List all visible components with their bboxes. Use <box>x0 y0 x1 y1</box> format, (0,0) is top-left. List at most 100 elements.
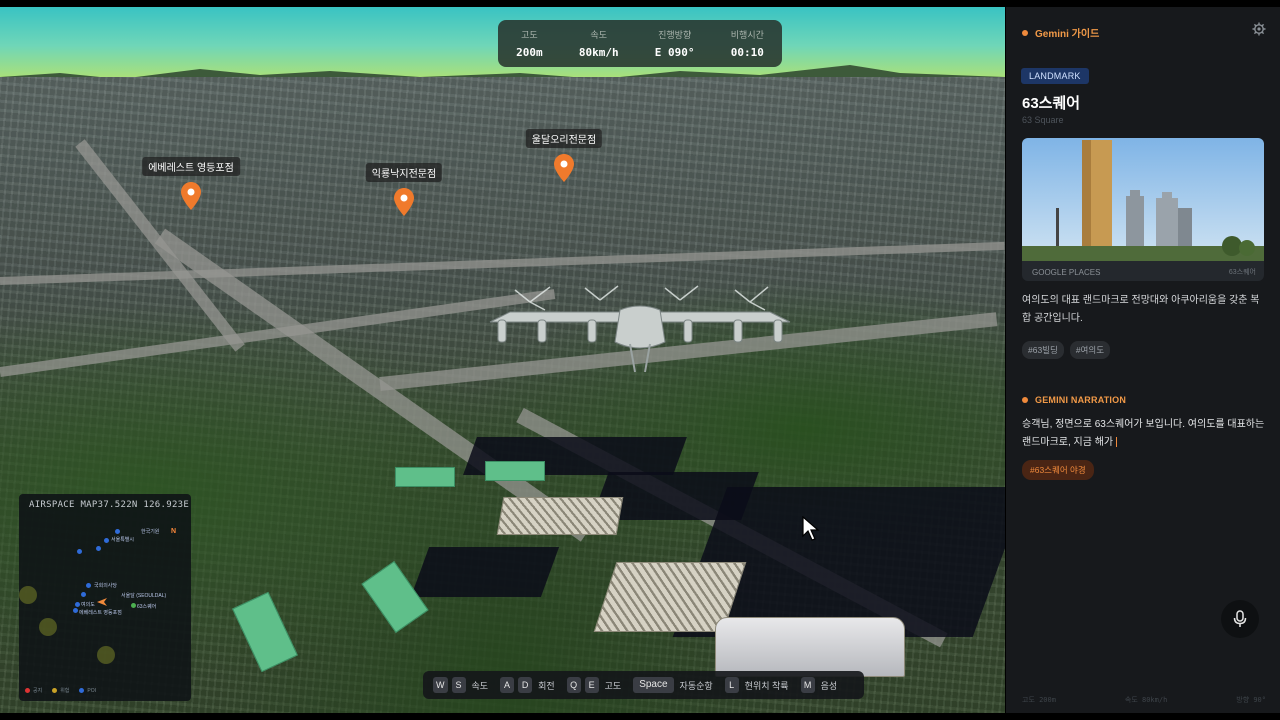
key-m[interactable]: M <box>800 677 815 693</box>
map-pin-icon <box>181 182 201 210</box>
legend-label: POI <box>87 687 97 694</box>
map-viewport[interactable]: 고도 200m 속도 80km/h 진행방향 E 090° 비행시간 00:10… <box>0 7 1005 713</box>
landmark-tags: #63빌딩 #여의도 <box>1022 341 1111 359</box>
flight-hud: 고도 200m 속도 80km/h 진행방향 E 090° 비행시간 00:10 <box>498 20 782 67</box>
poi-marker[interactable]: 에베레스트 영등포점 <box>142 157 240 210</box>
building <box>715 617 905 677</box>
key-hint-label: 회전 <box>538 680 555 691</box>
landmark-photo[interactable]: GOOGLE PLACES 63스퀘어 <box>1022 138 1264 281</box>
poi-marker[interactable]: 울달오리전문점 <box>525 129 603 182</box>
minimap-poi[interactable] <box>96 546 101 551</box>
minimap-poi[interactable] <box>73 608 78 613</box>
key-hint-rotate: A D 회전 <box>500 677 555 693</box>
legend-label: 위험 <box>60 688 70 694</box>
hud-altitude: 고도 200m <box>516 28 543 59</box>
minimap-poi[interactable] <box>75 602 80 607</box>
legend-item: POI <box>79 687 96 694</box>
landmark-title: 63스퀘어 <box>1022 95 1081 112</box>
minimap-poi[interactable] <box>86 583 91 588</box>
photo-caption: 63스퀘어 <box>1228 269 1256 276</box>
gear-icon[interactable] <box>1252 22 1266 36</box>
minimap-poi[interactable] <box>131 603 136 608</box>
road <box>0 241 1005 285</box>
tag-chip[interactable]: #63빌딩 <box>1022 341 1064 359</box>
minimap-place-label: 국회의사당 <box>94 583 118 589</box>
hud-value: E 090° <box>654 46 695 59</box>
minimap-poi[interactable] <box>81 592 86 597</box>
landmark-subtitle: 63 Square <box>1022 115 1064 125</box>
key-hint-voice: M 음성 <box>800 677 838 693</box>
key-hint-autocruise: Space 자동순항 <box>633 677 713 693</box>
status-dot <box>1022 29 1028 36</box>
gemini-guide-panel: Gemini 가이드 LANDMARK 63스퀘어 63 Square GOOG… <box>1006 7 1280 713</box>
key-hint-altitude: Q E 고도 <box>566 677 621 693</box>
narration-title: GEMINI NARRATION <box>1035 395 1127 405</box>
key-q[interactable]: Q <box>566 677 581 693</box>
aircraft-position-icon <box>97 598 107 606</box>
key-a[interactable]: A <box>500 677 515 693</box>
map-pin-icon <box>554 154 574 182</box>
panel-header: Gemini 가이드 <box>1022 22 1266 40</box>
hud-value: 00:10 <box>730 46 764 59</box>
mic-button[interactable] <box>1221 600 1259 638</box>
building <box>232 591 298 673</box>
key-hint-speed: W S 속도 <box>433 677 488 693</box>
hud-heading: 진행방향 E 090° <box>655 28 695 59</box>
hud-label: 속도 <box>590 30 607 40</box>
minimap-legend: 공지 위험 POI <box>25 687 96 694</box>
legend-item: 위험 <box>52 687 69 694</box>
hud-label: 진행방향 <box>658 30 692 40</box>
building <box>395 467 455 487</box>
footer-heading: 방향 90° <box>1236 696 1266 704</box>
hud-flight-time: 비행시간 00:10 <box>731 28 764 59</box>
minimap-poi[interactable] <box>115 529 120 534</box>
poi-marker[interactable]: 익룡낙지전문점 <box>365 163 443 216</box>
key-d[interactable]: D <box>518 677 533 693</box>
photo-source: GOOGLE PLACES <box>1032 268 1101 277</box>
key-l[interactable]: L <box>724 677 739 693</box>
hud-speed: 속도 80km/h <box>579 28 619 59</box>
narration-chip[interactable]: #63스퀘어 야경 <box>1022 460 1094 480</box>
key-e[interactable]: E <box>584 677 599 693</box>
map-pin-icon <box>394 188 414 216</box>
hud-value: 200m <box>516 46 543 59</box>
poi-label: 에베레스트 영등포점 <box>142 157 240 176</box>
key-hint-label: 음성 <box>820 680 838 691</box>
key-hint-land: L 현위치 착륙 <box>724 677 789 693</box>
key-hint-label: 자동순항 <box>679 680 713 691</box>
building-shadow <box>410 547 560 597</box>
minimap-place-label: 에베레스트 영등포점 <box>79 610 122 616</box>
landmark-photo-image <box>1022 138 1264 261</box>
key-w[interactable]: W <box>433 677 448 693</box>
minimap-zone <box>19 586 37 604</box>
hud-value: 80km/h <box>578 46 619 59</box>
landmark-badge: LANDMARK <box>1021 68 1089 84</box>
hud-label: 고도 <box>521 30 538 40</box>
keyboard-hints-bar: W S 속도 A D 회전 Q E 고도 Space 자동순항 L 현위치 착륙 <box>423 671 864 699</box>
microphone-icon <box>1233 610 1247 627</box>
key-s[interactable]: S <box>451 677 466 693</box>
minimap-poi[interactable] <box>104 538 109 543</box>
building <box>496 497 624 535</box>
tag-chip[interactable]: #여의도 <box>1069 341 1111 359</box>
minimap-poi[interactable] <box>77 549 82 554</box>
landmark-description: 여의도의 대표 랜드마크로 전망대와 아쿠아리움을 갖춘 복합 공간입니다. <box>1022 295 1260 324</box>
minimap-place-label: 서울특별시 <box>111 537 135 543</box>
panel-title: Gemini 가이드 <box>1035 29 1100 40</box>
airspace-minimap[interactable]: AIRSPACE MAP37.522N 126.923E 한국기원 N 서울특별… <box>19 494 191 701</box>
minimap-place-label: 63스퀘어 <box>137 604 157 610</box>
key-space[interactable]: Space <box>633 677 674 693</box>
app-root: 고도 200m 속도 80km/h 진행방향 E 090° 비행시간 00:10… <box>0 0 1280 720</box>
minimap-compass: N <box>171 528 177 535</box>
minimap-zone <box>97 646 115 664</box>
status-dot <box>1022 397 1028 403</box>
poi-label: 익룡낙지전문점 <box>365 163 443 182</box>
narration-header: GEMINI NARRATION <box>1022 395 1126 405</box>
minimap-title: AIRSPACE MAP37.522N 126.923E <box>29 500 190 510</box>
hud-label: 비행시간 <box>730 30 764 40</box>
minimap-place-label: 한국기원 <box>141 529 160 535</box>
panel-footer-status: 고도 200m 속도 80km/h 방향 90° <box>1022 695 1266 705</box>
minimap-place-label: 서울달 (SEOULDAL) <box>121 593 167 599</box>
legend-label: 공지 <box>33 688 43 694</box>
footer-speed: 속도 80km/h <box>1124 696 1168 704</box>
